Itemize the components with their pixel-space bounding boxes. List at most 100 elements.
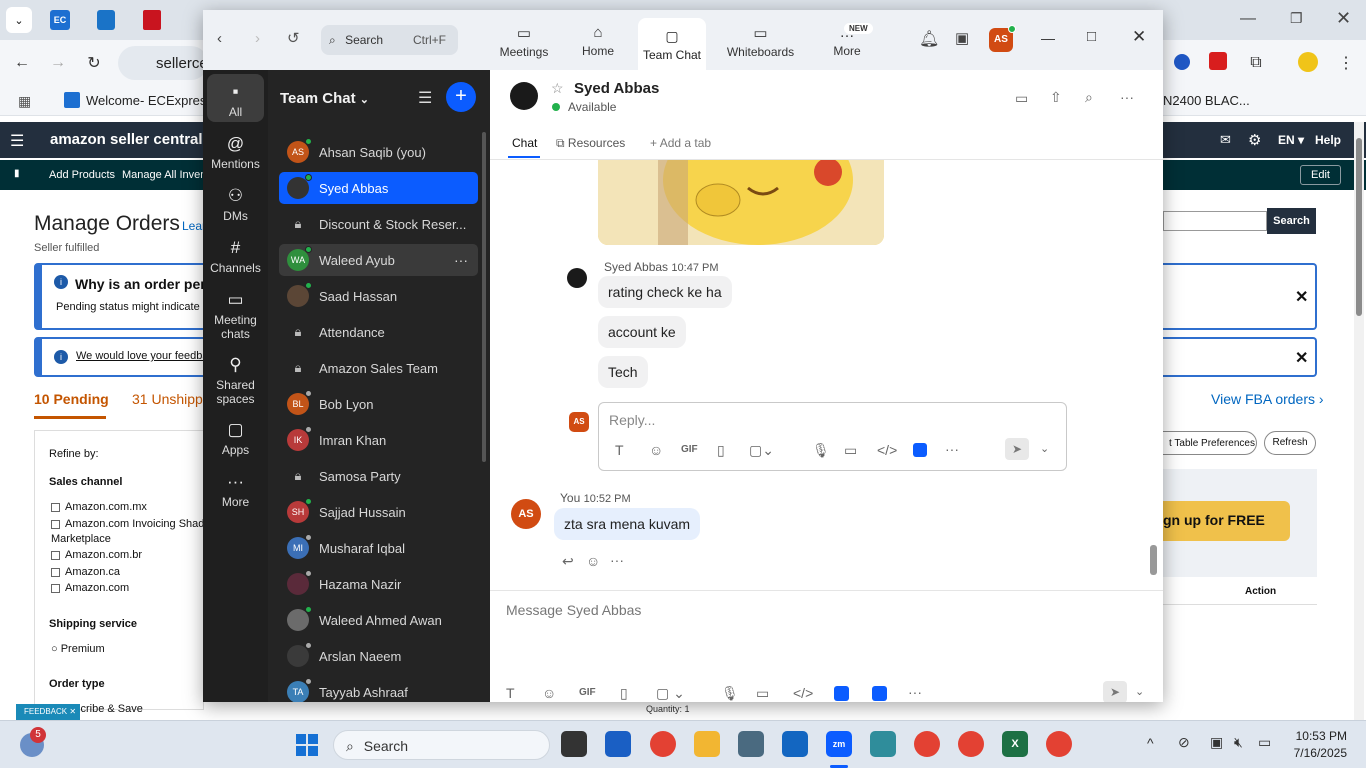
table-preferences-button[interactable]: t Table Preferences (1163, 431, 1257, 455)
bookmark-welcome[interactable]: Welcome- ECExpres... (86, 93, 217, 108)
premium-option[interactable]: ○ Premium (51, 643, 105, 655)
list-scrollbar-thumb[interactable] (482, 132, 486, 462)
language-selector[interactable]: EN ▾ (1278, 133, 1304, 147)
tab-whiteboards[interactable]: ▭ Whiteboards (723, 24, 798, 59)
network-icon[interactable]: ⊘ (1178, 734, 1190, 751)
emoji-icon[interactable]: ☺ (542, 685, 556, 701)
task-view-icon[interactable] (561, 731, 587, 757)
video-message-icon[interactable]: ▭ (756, 685, 769, 702)
maximize-icon[interactable]: ❐ (1290, 10, 1303, 27)
contact-item[interactable]: SH Sajjad Hussain (279, 496, 478, 528)
contact-item[interactable]: 🔒︎ Discount & Stock Reser... (279, 208, 478, 240)
tab-favicon-icon[interactable] (97, 10, 115, 30)
store-icon[interactable] (605, 731, 631, 757)
zoom-close-icon[interactable]: ✕ (1132, 27, 1146, 47)
zoom-app-icon[interactable]: zm (826, 731, 852, 757)
contact-avatar[interactable] (510, 82, 538, 110)
code-icon[interactable]: </> (877, 442, 897, 458)
chat-contact-name[interactable]: Syed Abbas (574, 80, 659, 97)
rail-shared-spaces[interactable]: ⚲ Shared spaces (207, 355, 264, 406)
text-format-icon[interactable]: T (506, 685, 515, 701)
bookmark-nav-icon[interactable]: ▮ (14, 168, 20, 179)
contact-item[interactable]: 🔒︎ Attendance (279, 316, 478, 348)
tab-team-chat[interactable]: ▢ Team Chat (638, 18, 706, 70)
tab-chat[interactable]: Chat (512, 136, 537, 150)
message-bubble[interactable]: account ke (598, 316, 686, 348)
text-format-icon[interactable]: T (615, 442, 624, 458)
channel-invoicing-option[interactable]: Amazon.com Invoicing Shado (51, 518, 211, 530)
gif-icon[interactable]: GIF (579, 687, 596, 698)
calculator-icon[interactable] (738, 731, 764, 757)
page-scrollbar-thumb[interactable] (1356, 138, 1362, 316)
feedback-link[interactable]: We would love your feedba (76, 350, 209, 362)
send-options-chevron-icon[interactable]: ⌄ (1135, 685, 1144, 698)
message-composer-input[interactable]: Message Syed Abbas (506, 602, 641, 618)
add-tab-button[interactable]: + Add a tab (650, 136, 711, 150)
more-options-icon[interactable]: ··· (945, 441, 959, 457)
contact-item[interactable]: AS Ahsan Saqib (you) (279, 136, 478, 168)
chrome-profile-icon[interactable] (958, 731, 984, 757)
notification-bell-icon[interactable]: 🔔︎ (919, 29, 939, 49)
amazon-logo[interactable]: amazon seller central (50, 131, 203, 148)
video-message-icon[interactable]: ▭ (844, 442, 857, 459)
contact-item[interactable]: IK Imran Khan (279, 424, 478, 456)
new-chat-plus-icon[interactable]: + (446, 82, 476, 112)
rail-all[interactable]: ▪ All (207, 74, 264, 122)
contact-item[interactable]: Waleed Ahmed Awan (279, 604, 478, 636)
reload-icon[interactable]: ↻ (78, 47, 110, 79)
channel-br-option[interactable]: Amazon.com.br (51, 549, 142, 561)
refresh-button[interactable]: Refresh (1264, 431, 1316, 455)
app-icon[interactable] (872, 686, 887, 701)
clock-date[interactable]: 7/16/2025 (1291, 746, 1347, 760)
shared-image[interactable] (598, 160, 884, 245)
checkbox[interactable] (51, 550, 60, 560)
pdf-extension-icon[interactable] (1209, 52, 1227, 70)
gif-icon[interactable]: GIF (681, 444, 698, 455)
mail-icon[interactable]: ✉ (1220, 132, 1231, 148)
display-icon[interactable]: ▣ (1210, 734, 1223, 751)
send-icon[interactable]: ➤ (1005, 438, 1029, 460)
rail-dms[interactable]: ⚇ DMs (207, 186, 264, 223)
add-reaction-icon[interactable]: ☺ (586, 553, 600, 569)
contact-item[interactable]: Arslan Naeem (279, 640, 478, 672)
contact-more-icon[interactable]: ··· (454, 252, 468, 268)
edit-nav-button[interactable]: Edit (1300, 165, 1341, 185)
video-call-icon[interactable]: ▭ (1015, 90, 1028, 107)
tab-pending[interactable]: 10 Pending (34, 391, 109, 407)
nav-add-products[interactable]: Add Products (49, 169, 115, 181)
page-scrollbar[interactable] (1354, 122, 1364, 720)
share-screen-icon[interactable]: ⇧ (1050, 89, 1062, 106)
contact-item[interactable]: 🔒︎ Amazon Sales Team (279, 352, 478, 384)
chrome-profile-icon[interactable] (914, 731, 940, 757)
view-fba-orders-link[interactable]: View FBA orders › (1211, 391, 1324, 407)
ec-tab-icon[interactable]: EC (50, 10, 70, 30)
profile-icon[interactable] (1298, 52, 1318, 72)
calendar-icon[interactable]: ▣ (955, 29, 969, 47)
own-message-bubble[interactable]: zta sra mena kuvam (554, 508, 701, 540)
tab-home[interactable]: ⌂ Home (573, 24, 623, 58)
minimize-icon[interactable]: — (1240, 10, 1256, 28)
contact-item[interactable]: Syed Abbas (279, 172, 478, 204)
back-icon[interactable]: ← (6, 47, 38, 79)
rail-mentions[interactable]: @ Mentions (207, 134, 264, 171)
history-icon[interactable]: ↺ (287, 29, 300, 47)
close-feedback-icon[interactable]: ✕ (1295, 348, 1308, 368)
browser-menu-icon[interactable]: ⋮ (1330, 47, 1362, 79)
contact-item[interactable]: 🔒︎ Samosa Party (279, 460, 478, 492)
battery-icon[interactable]: ▭ (1258, 734, 1271, 751)
contact-item[interactable]: MI Musharaf Iqbal (279, 532, 478, 564)
volume-muted-icon[interactable]: 🔇︎ (1234, 734, 1243, 751)
more-options-icon[interactable]: ··· (908, 684, 922, 700)
send-options-chevron-icon[interactable]: ⌄ (1040, 442, 1049, 455)
apps-grid-icon[interactable]: ▦ (18, 93, 31, 110)
screenshot-icon[interactable]: ▢⌄ (749, 442, 774, 459)
tab-meetings[interactable]: ▭ Meetings (495, 24, 553, 59)
forward-icon[interactable]: → (42, 47, 74, 79)
back-icon[interactable]: ‹ (217, 30, 222, 47)
channel-com-option[interactable]: Amazon.com (51, 582, 129, 594)
zoom-minimize-icon[interactable]: — (1041, 30, 1055, 46)
reply-input[interactable]: Reply... (609, 412, 655, 428)
reply-thread-icon[interactable]: ↩ (562, 553, 574, 570)
tab-search-chevron-icon[interactable]: ⌄ (6, 7, 32, 33)
microphone-icon[interactable]: 🎙︎ (721, 685, 739, 702)
